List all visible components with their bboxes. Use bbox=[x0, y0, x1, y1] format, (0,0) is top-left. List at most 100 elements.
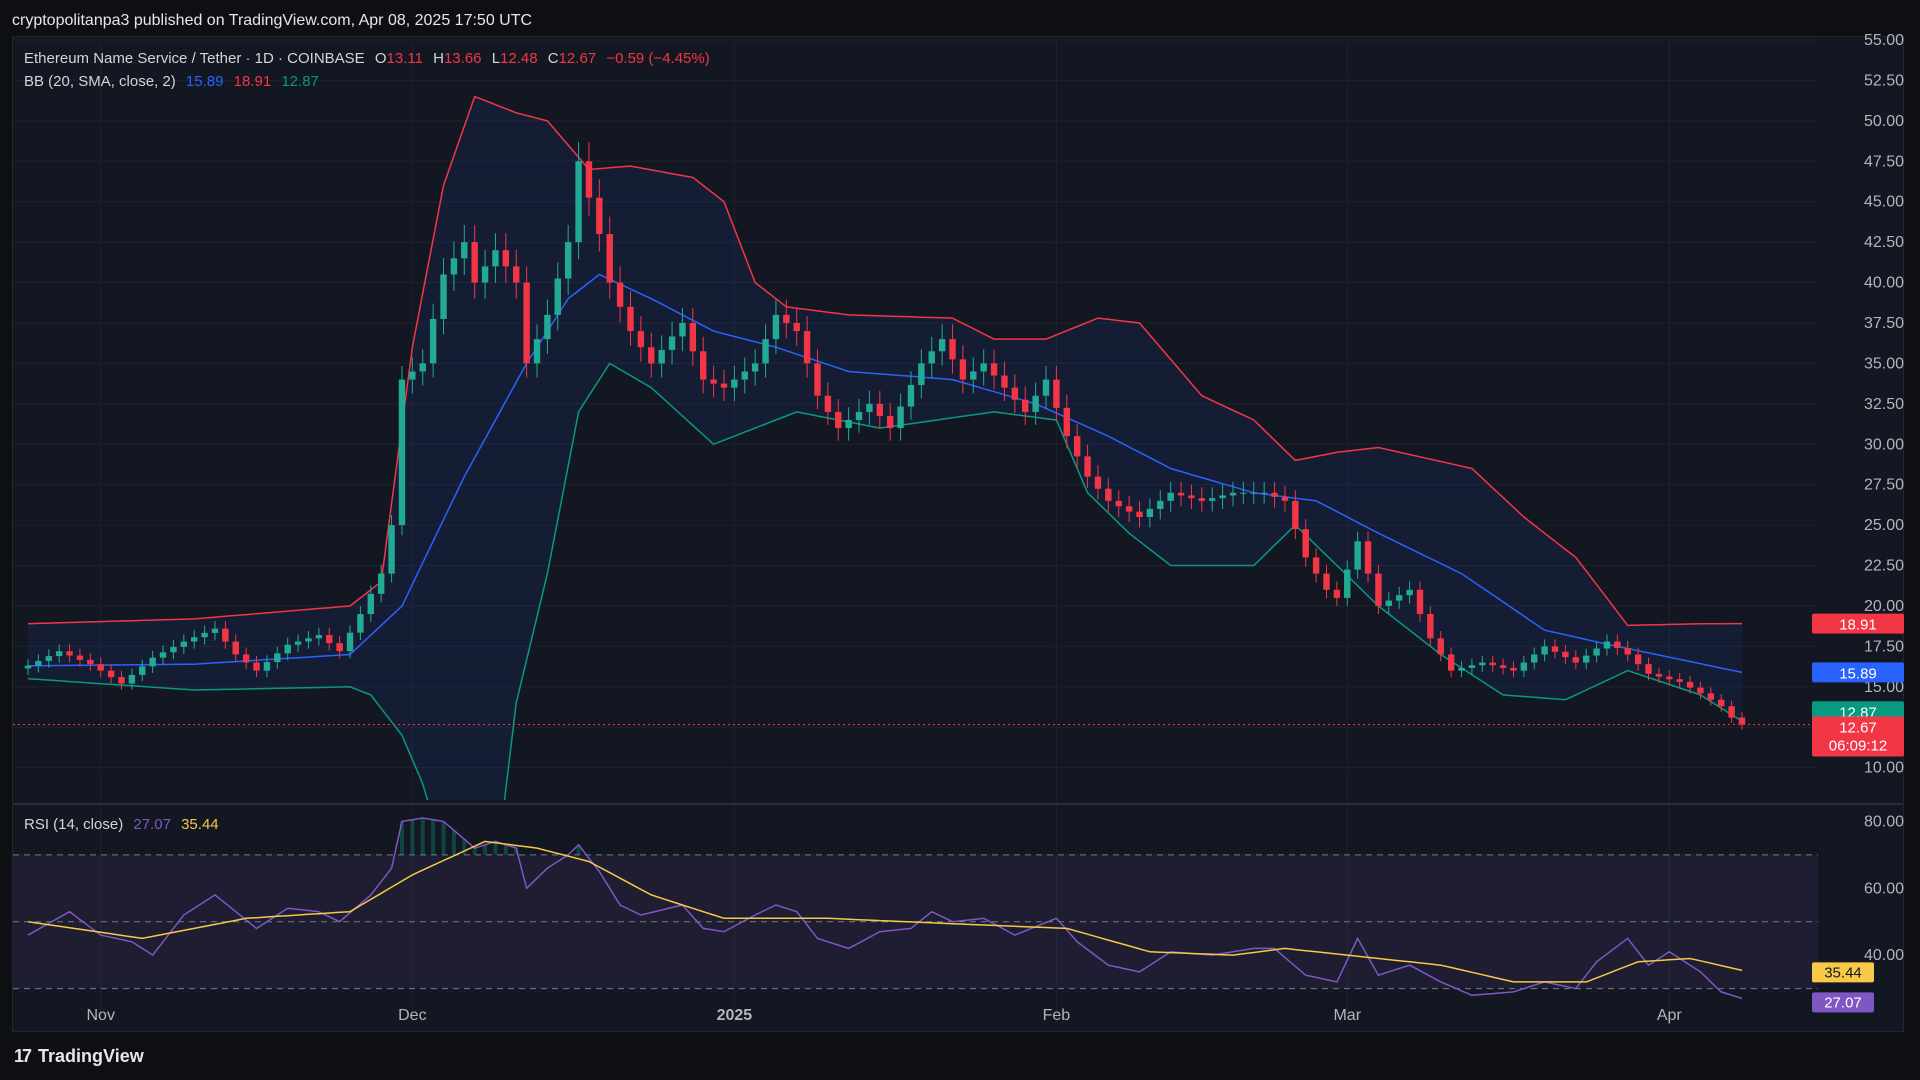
candle-body bbox=[1250, 492, 1257, 494]
candle-body bbox=[637, 331, 645, 348]
rsi-overbought-fill bbox=[400, 818, 581, 855]
candle-body bbox=[55, 651, 63, 657]
candle-body bbox=[564, 242, 572, 279]
price-tick-label: 20.00 bbox=[1864, 598, 1904, 615]
brand-name: TradingView bbox=[38, 1046, 144, 1066]
candle-body bbox=[1344, 569, 1351, 598]
candle-body bbox=[253, 662, 260, 671]
candle-body bbox=[845, 420, 852, 429]
candle-body bbox=[1582, 655, 1590, 663]
candle-body bbox=[107, 670, 115, 678]
bb-legend: BB (20, SMA, close, 2) 15.89 18.91 12.87 bbox=[24, 73, 325, 90]
chart-canvas[interactable]: 10.0012.5015.0017.5020.0022.5025.0027.50… bbox=[0, 0, 1920, 1080]
candle-body bbox=[1094, 476, 1102, 489]
candle-body bbox=[1458, 667, 1465, 671]
candle-body bbox=[159, 652, 167, 658]
tradingview-brand[interactable]: 17 TradingView bbox=[14, 1046, 144, 1067]
candle-body bbox=[97, 664, 104, 671]
candle-body bbox=[1281, 496, 1289, 501]
bb-middle-value: 15.89 bbox=[185, 73, 224, 90]
candle-body bbox=[596, 197, 603, 235]
candle-body bbox=[284, 644, 291, 654]
candle-body bbox=[554, 278, 561, 315]
candle-body bbox=[1364, 541, 1372, 574]
candle-body bbox=[1022, 399, 1029, 412]
candle-body bbox=[1686, 681, 1694, 688]
candle-body bbox=[575, 161, 582, 243]
candle-body bbox=[232, 641, 239, 655]
candle-body bbox=[492, 250, 499, 267]
candle-body bbox=[741, 371, 748, 380]
candle-body bbox=[242, 654, 250, 663]
candle-body bbox=[222, 628, 229, 642]
price-tick-label: 27.50 bbox=[1864, 477, 1904, 494]
candle-body bbox=[928, 351, 935, 364]
candle-body bbox=[1084, 456, 1091, 477]
candle-body bbox=[346, 632, 354, 652]
candle-body bbox=[76, 655, 84, 660]
candle-body bbox=[1697, 687, 1704, 694]
rsi-tick-label: 60.00 bbox=[1864, 880, 1904, 897]
price-tick-label: 30.00 bbox=[1864, 436, 1904, 453]
candle-body bbox=[1188, 495, 1195, 499]
candle-body bbox=[398, 379, 406, 526]
candle-body bbox=[149, 657, 156, 667]
candle-body bbox=[1510, 667, 1517, 671]
candle-body bbox=[1198, 498, 1206, 501]
candle-body bbox=[1229, 492, 1237, 496]
rsi-title: RSI (14, close) bbox=[24, 816, 124, 833]
candle-body bbox=[1001, 375, 1008, 388]
candle-body bbox=[1042, 379, 1050, 396]
candle-body bbox=[1395, 595, 1403, 601]
ohlc-low: L12.48 bbox=[491, 50, 538, 67]
candle-body bbox=[1718, 699, 1725, 707]
rsi-badge-text: 27.07 bbox=[1824, 994, 1862, 1011]
candle-body bbox=[170, 646, 177, 653]
price-tick-label: 37.50 bbox=[1864, 315, 1904, 332]
ohlc-open: O13.11 bbox=[374, 50, 423, 67]
rsi-ma-badge-text: 35.44 bbox=[1824, 964, 1862, 981]
candle-body bbox=[1157, 500, 1164, 509]
candle-body bbox=[1427, 614, 1434, 639]
candle-body bbox=[1593, 648, 1600, 656]
candle-body bbox=[731, 379, 738, 388]
candle-body bbox=[918, 363, 925, 385]
candle-body bbox=[866, 403, 873, 412]
time-tick-label: Apr bbox=[1657, 1007, 1683, 1024]
candle-body bbox=[835, 411, 842, 429]
candle-body bbox=[1562, 651, 1569, 658]
candle-body bbox=[388, 525, 395, 574]
candle-body bbox=[1624, 648, 1631, 655]
candle-body bbox=[616, 282, 624, 307]
price-legend: Ethereum Name Service / Tether · 1D · CO… bbox=[24, 50, 716, 67]
candle-body bbox=[1541, 646, 1548, 655]
candle-body bbox=[1209, 498, 1216, 501]
candle-body bbox=[461, 242, 468, 259]
candle-body bbox=[949, 339, 956, 360]
symbol-title: Ethereum Name Service / Tether · 1D · CO… bbox=[24, 50, 365, 67]
candle-body bbox=[1499, 665, 1507, 668]
candle-body bbox=[855, 411, 863, 420]
bb-band-fill bbox=[28, 96, 1742, 800]
candle-body bbox=[409, 371, 416, 380]
candle-body bbox=[751, 363, 759, 372]
time-tick-label: Mar bbox=[1333, 1007, 1361, 1024]
price-tick-label: 52.50 bbox=[1864, 72, 1904, 89]
chart-screenshot: cryptopolitanpa3 published on TradingVie… bbox=[0, 0, 1920, 1080]
candle-body bbox=[1312, 557, 1320, 574]
candle-body bbox=[1333, 589, 1341, 598]
candle-body bbox=[139, 666, 146, 675]
candle-body bbox=[1167, 492, 1174, 501]
price-tick-label: 45.00 bbox=[1864, 194, 1904, 211]
candle-body bbox=[1707, 693, 1715, 700]
price-tick-label: 22.50 bbox=[1864, 558, 1904, 575]
time-tick-label: Nov bbox=[86, 1007, 114, 1024]
candle-body bbox=[1136, 511, 1143, 518]
candle-body bbox=[315, 635, 323, 639]
candle-body bbox=[357, 614, 364, 633]
ohlc-high: H13.66 bbox=[433, 50, 482, 67]
candle-body bbox=[886, 415, 894, 429]
candle-body bbox=[1655, 673, 1663, 677]
candle-body bbox=[429, 318, 437, 364]
price-tick-label: 42.50 bbox=[1864, 234, 1904, 251]
